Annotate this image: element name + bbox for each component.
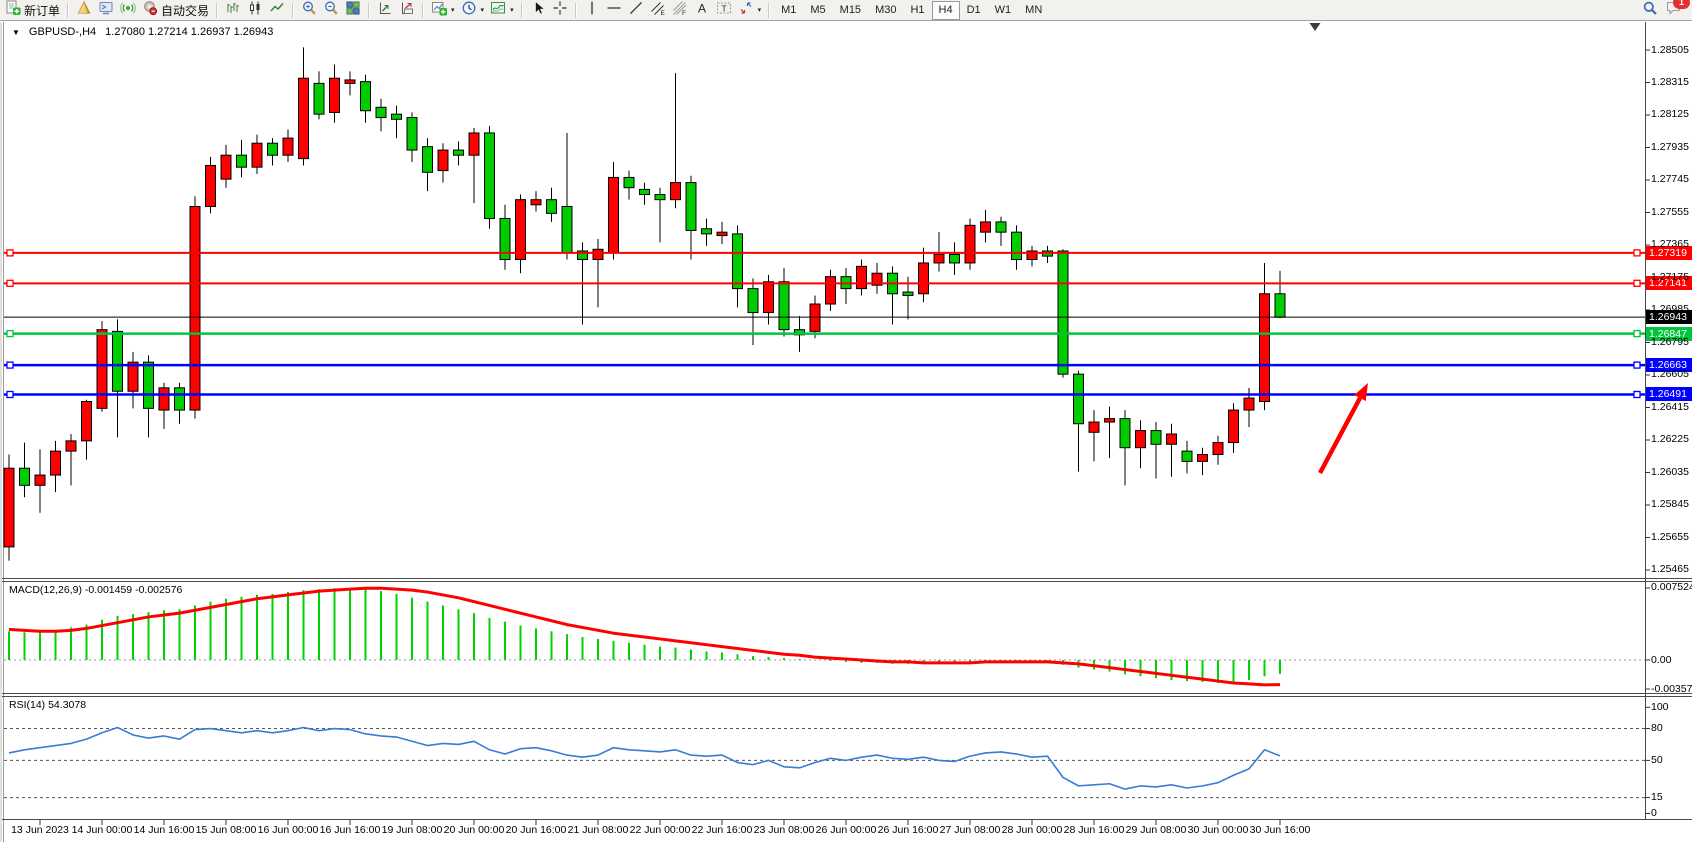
autotrade-label: 自动交易 [161, 2, 209, 19]
svg-text:T: T [721, 3, 726, 13]
line-chart-button[interactable] [266, 1, 288, 20]
terminal-icon [98, 0, 114, 21]
fibonacci-icon: F [672, 0, 688, 21]
main-chart-canvas[interactable] [4, 22, 1645, 578]
tile-windows-button[interactable] [342, 1, 364, 20]
text-label-icon: T [716, 0, 732, 21]
chevron-down-icon[interactable]: ▾ [758, 6, 762, 14]
arrows-icon [738, 0, 754, 21]
tile-windows-icon [345, 0, 361, 21]
timeframe-M15[interactable]: M15 [833, 1, 868, 20]
ohlc-values: 1.27080 1.27214 1.26937 1.26943 [105, 26, 273, 38]
timeframe-H4[interactable]: H4 [932, 1, 960, 20]
symbol-dropdown-icon[interactable]: ▼ [12, 28, 20, 37]
signal-button[interactable] [117, 1, 139, 20]
arrows-button[interactable]: ▾ [735, 1, 765, 20]
add-indicator-button[interactable]: ▾ [428, 1, 458, 20]
crosshair-button[interactable] [549, 1, 571, 20]
equidistant-channel-button[interactable]: E [647, 1, 669, 20]
price-axis[interactable] [1645, 22, 1692, 820]
toolbar-separator [575, 3, 577, 18]
trend-line-icon [628, 0, 644, 21]
toolbar-separator [422, 3, 424, 18]
timeframe-H1[interactable]: H1 [903, 1, 931, 20]
bar-chart-button[interactable] [222, 1, 244, 20]
timeframe-M5[interactable]: M5 [803, 1, 832, 20]
symbol-period-label: GBPUSD-,H4 [29, 26, 96, 38]
chart-title: ▼ GBPUSD-,H4 1.27080 1.27214 1.26937 1.2… [12, 26, 273, 38]
toolbar-separator [368, 3, 370, 18]
vertical-line-icon [584, 0, 600, 21]
toolbar-separator [67, 3, 69, 18]
candlestick-chart-button[interactable] [244, 1, 266, 20]
svg-text:A: A [698, 1, 706, 15]
timeframe-W1[interactable]: W1 [988, 1, 1019, 20]
chart-template-icon [490, 0, 506, 21]
fibonacci-button[interactable]: F [669, 1, 691, 20]
zoom-out-button[interactable] [320, 1, 342, 20]
zoom-in-button[interactable] [298, 1, 320, 20]
macd-panel-canvas[interactable] [4, 582, 1645, 693]
signal-icon [120, 0, 136, 21]
notification-badge: 1 [1673, 0, 1690, 9]
timeframe-clock-button[interactable]: ▾ [458, 1, 488, 20]
toolbar-separator [521, 3, 523, 18]
new-order-button[interactable]: 新订单 [2, 1, 63, 20]
search-icon[interactable] [1642, 0, 1658, 21]
rsi-panel-canvas[interactable] [4, 697, 1645, 819]
new-order-label: 新订单 [24, 2, 60, 19]
chevron-down-icon[interactable]: ▾ [510, 6, 514, 14]
trend-line-button[interactable] [625, 1, 647, 20]
new-order-icon [5, 0, 21, 21]
candlestick-chart-icon [247, 0, 263, 21]
equidistant-channel-icon: E [650, 0, 666, 21]
indicators-button[interactable] [374, 1, 396, 20]
cursor-icon [530, 0, 546, 21]
market-watch-button[interactable] [73, 1, 95, 20]
svg-text:F: F [682, 10, 686, 16]
toolbar-separator [768, 3, 770, 18]
timeframe-M1[interactable]: M1 [774, 1, 803, 20]
toolbar-separator [216, 3, 218, 18]
indicator-windows-button[interactable] [396, 1, 418, 20]
terminal-button[interactable] [95, 1, 117, 20]
cursor-button[interactable] [527, 1, 549, 20]
indicators-icon [377, 0, 393, 21]
time-axis[interactable] [4, 820, 1645, 842]
timeframe-M30[interactable]: M30 [868, 1, 903, 20]
market-watch-icon [76, 0, 92, 21]
chevron-down-icon[interactable]: ▾ [451, 6, 455, 14]
timeframe-D1[interactable]: D1 [960, 1, 988, 20]
chevron-down-icon[interactable]: ▾ [481, 6, 485, 14]
text-icon: A [694, 0, 710, 21]
zoom-in-icon [301, 0, 317, 21]
text-button[interactable]: A [691, 1, 713, 20]
indicator-windows-icon [399, 0, 415, 21]
crosshair-icon [552, 0, 568, 21]
autotrade-icon [142, 0, 158, 21]
horizontal-line-button[interactable] [603, 1, 625, 20]
horizontal-line-icon [606, 0, 622, 21]
bar-chart-icon [225, 0, 241, 21]
line-chart-icon [269, 0, 285, 21]
autotrade-button[interactable]: 自动交易 [139, 1, 212, 20]
vertical-line-button[interactable] [581, 1, 603, 20]
toolbar-separator [292, 3, 294, 18]
zoom-out-icon [323, 0, 339, 21]
notifications-button[interactable]: 1 [1666, 0, 1682, 21]
toolbar: 新订单 自动交易 ▾ ▾ ▾ E F A T ▾ M1M5M15M30H1H4D1W1MN 1 [0, 0, 1692, 21]
svg-text:E: E [660, 10, 665, 16]
add-indicator-icon [431, 0, 447, 21]
timeframe-clock-icon [461, 0, 477, 21]
timeframe-MN[interactable]: MN [1018, 1, 1049, 20]
text-label-button[interactable]: T [713, 1, 735, 20]
chart-template-button[interactable]: ▾ [487, 1, 517, 20]
